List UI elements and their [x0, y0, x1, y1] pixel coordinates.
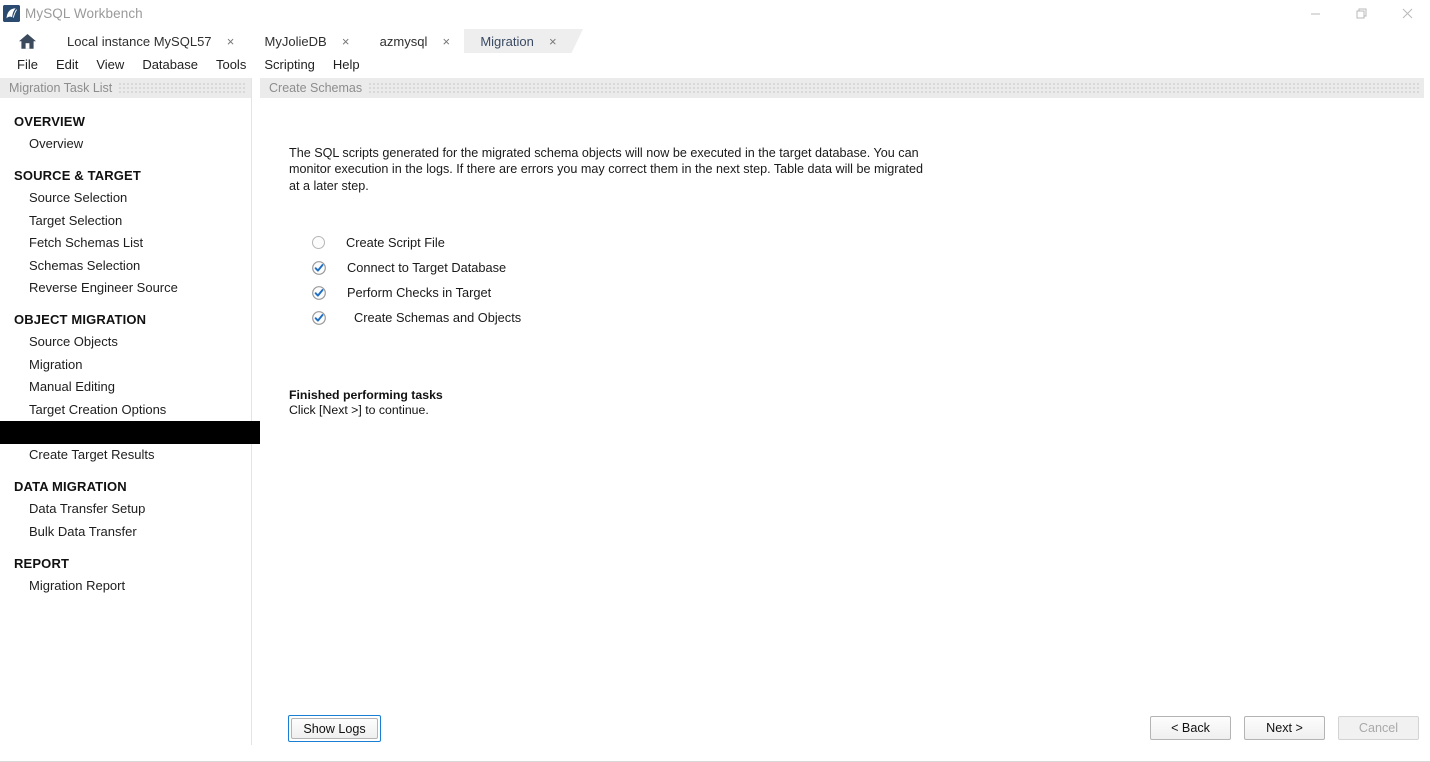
window-controls [1292, 0, 1430, 27]
tab-label: Migration [480, 34, 533, 49]
title-bar: MySQL Workbench [0, 0, 1430, 27]
sidebar-item-target-selection[interactable]: Target Selection [0, 210, 251, 232]
wizard-nav-buttons: < Back Next > Cancel [1150, 716, 1419, 740]
nav-group-object-migration: OBJECT MIGRATION [0, 309, 251, 331]
task-label: Connect to Target Database [347, 260, 506, 275]
tab-local-instance-mysql57[interactable]: Local instance MySQL57 × [51, 29, 249, 54]
menu-item-tools[interactable]: Tools [207, 54, 255, 76]
sidebar-item-schemas-selection[interactable]: Schemas Selection [0, 255, 251, 277]
menu-item-edit[interactable]: Edit [47, 54, 87, 76]
sidebar-item-reverse-engineer-source[interactable]: Reverse Engineer Source [0, 277, 251, 299]
cancel-button: Cancel [1338, 716, 1419, 740]
sidebar-item-source-selection[interactable]: Source Selection [0, 187, 251, 209]
close-icon[interactable]: × [441, 35, 451, 48]
sidebar-item-migration-report[interactable]: Migration Report [0, 575, 251, 597]
tab-home[interactable] [8, 29, 51, 54]
status-line-primary: Finished performing tasks [289, 388, 443, 403]
task-label: Create Schemas and Objects [354, 310, 521, 325]
sidebar-panel-header: Migration Task List [0, 78, 251, 98]
empty-circle-icon [312, 236, 325, 249]
workspace: Migration Task List OVERVIEW Overview SO… [0, 78, 1430, 762]
sidebar-panel-title: Migration Task List [9, 81, 112, 95]
tab-myjoliedb[interactable]: MyJolieDB × [249, 29, 364, 54]
content-body: The SQL scripts generated for the migrat… [260, 98, 1430, 762]
task-label: Create Script File [346, 235, 445, 250]
close-icon[interactable]: × [548, 35, 558, 48]
content-panel-header: Create Schemas [260, 78, 1424, 98]
menu-item-help[interactable]: Help [324, 54, 369, 76]
status-line-secondary: Click [Next >] to continue. [289, 403, 443, 418]
sidebar-nav: OVERVIEW Overview SOURCE & TARGET Source… [0, 98, 251, 597]
task-row: Connect to Target Database [312, 255, 521, 280]
nav-spacer [0, 543, 251, 553]
minimize-icon[interactable] [1292, 0, 1338, 27]
close-icon[interactable] [1384, 0, 1430, 27]
app-title: MySQL Workbench [25, 6, 143, 21]
nav-group-source-target: SOURCE & TARGET [0, 165, 251, 187]
sidebar-item-source-objects[interactable]: Source Objects [0, 331, 251, 353]
nav-group-overview: OVERVIEW [0, 111, 251, 133]
sidebar-item-migration[interactable]: Migration [0, 354, 251, 376]
sidebar-item-data-transfer-setup[interactable]: Data Transfer Setup [0, 498, 251, 520]
check-circle-icon [312, 261, 326, 275]
tab-azmysql[interactable]: azmysql × [364, 29, 465, 54]
home-icon [18, 33, 37, 50]
show-logs-button[interactable]: Show Logs [291, 718, 378, 739]
sidebar-item-target-creation-options[interactable]: Target Creation Options [0, 399, 251, 421]
tab-label: MyJolieDB [265, 34, 327, 49]
menu-item-view[interactable]: View [87, 54, 133, 76]
menu-item-file[interactable]: File [8, 54, 47, 76]
sidebar-item-manual-editing[interactable]: Manual Editing [0, 376, 251, 398]
tab-bar: Local instance MySQL57 × MyJolieDB × azm… [0, 27, 1430, 54]
sidebar-item-overview[interactable]: Overview [0, 133, 251, 155]
sidebar-item-bulk-data-transfer[interactable]: Bulk Data Transfer [0, 521, 251, 543]
task-label: Perform Checks in Target [347, 285, 491, 300]
create-schemas-page: Create Schemas The SQL scripts generated… [260, 78, 1430, 762]
show-logs-focus-ring: Show Logs [288, 715, 381, 742]
page-description: The SQL scripts generated for the migrat… [289, 145, 929, 194]
page-title: Create Schemas [269, 81, 362, 95]
task-row: Create Schemas and Objects [312, 305, 521, 330]
task-progress-list: Create Script File Connect to Target Dat… [312, 230, 521, 330]
nav-spacer [0, 155, 251, 165]
menu-item-scripting[interactable]: Scripting [255, 54, 324, 76]
check-circle-icon [312, 311, 326, 325]
task-row: Create Script File [312, 230, 521, 255]
sidebar-item-create-target-results[interactable]: Create Target Results [0, 444, 251, 466]
header-texture [369, 83, 1420, 93]
tab-label: Local instance MySQL57 [67, 34, 212, 49]
close-icon[interactable]: × [341, 35, 351, 48]
nav-spacer [0, 299, 251, 309]
menu-item-database[interactable]: Database [133, 54, 207, 76]
migration-task-list-panel: Migration Task List OVERVIEW Overview SO… [0, 78, 252, 745]
task-row: Perform Checks in Target [312, 280, 521, 305]
tab-label: azmysql [380, 34, 428, 49]
check-circle-icon [312, 286, 326, 300]
mysql-workbench-logo-icon [3, 5, 20, 22]
sidebar-item-fetch-schemas-list[interactable]: Fetch Schemas List [0, 232, 251, 254]
back-button[interactable]: < Back [1150, 716, 1231, 740]
status-message: Finished performing tasks Click [Next >]… [289, 388, 443, 418]
tab-migration[interactable]: Migration × [464, 29, 570, 54]
next-button[interactable]: Next > [1244, 716, 1325, 740]
sidebar-item-create-schemas[interactable]: Create Schemas [0, 421, 280, 444]
nav-group-report: REPORT [0, 553, 251, 575]
nav-spacer [0, 466, 251, 476]
maximize-restore-icon[interactable] [1338, 0, 1384, 27]
nav-group-data-migration: DATA MIGRATION [0, 476, 251, 498]
close-icon[interactable]: × [226, 35, 236, 48]
content-header-wrap: Create Schemas [260, 78, 1424, 98]
header-texture [119, 83, 247, 93]
menu-bar: File Edit View Database Tools Scripting … [0, 54, 1430, 76]
